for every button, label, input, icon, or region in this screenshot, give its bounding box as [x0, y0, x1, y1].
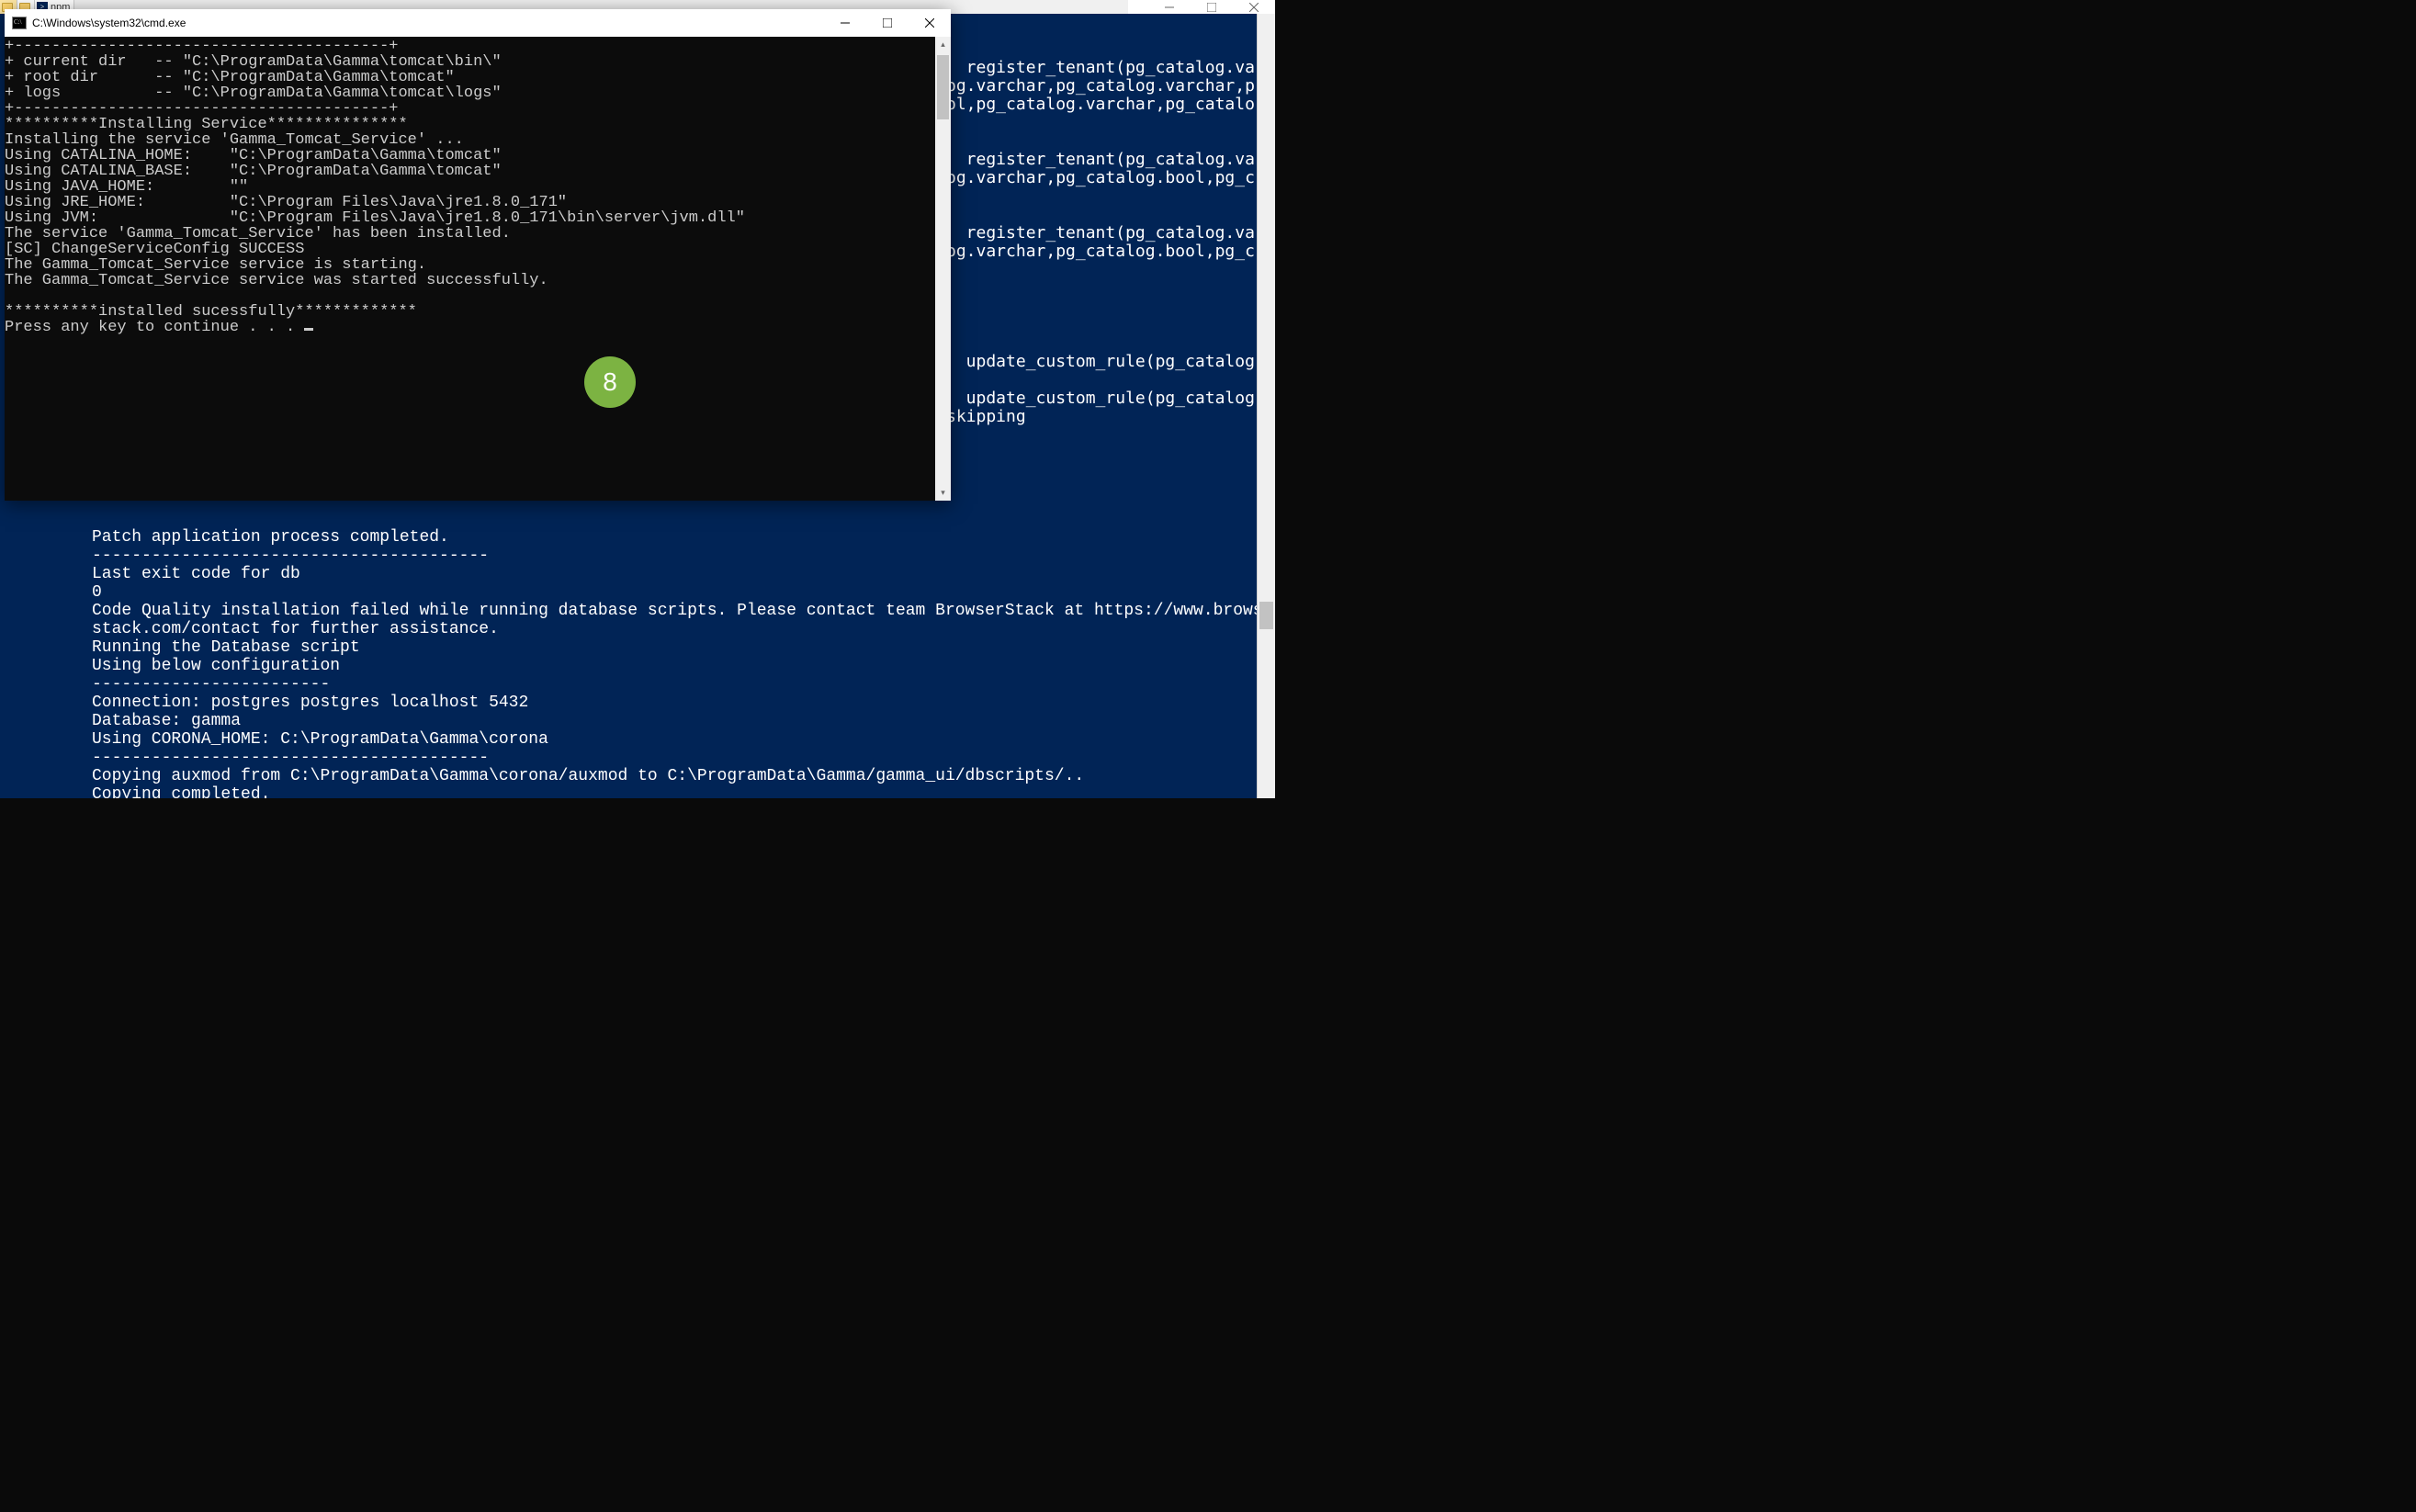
cmd-scroll-down-arrow[interactable]: ▾: [935, 485, 951, 501]
powershell-output-text: Patch application process completed. ---…: [92, 528, 1257, 798]
background-sql-text: register_tenant(pg_catalog.var og.varcha…: [946, 40, 1257, 426]
cmd-scrollbar[interactable]: ▴ ▾: [935, 37, 951, 501]
step-badge-8: 8: [584, 356, 636, 408]
bg-minimize-button[interactable]: [1148, 0, 1191, 14]
close-icon: [925, 18, 934, 28]
bg-maximize-button[interactable]: [1191, 0, 1233, 14]
cmd-window-title: C:\Windows\system32\cmd.exe: [32, 17, 824, 29]
cmd-window: C:\Windows\system32\cmd.exe +-----------…: [5, 9, 951, 501]
cmd-titlebar[interactable]: C:\Windows\system32\cmd.exe: [5, 9, 951, 37]
cmd-scroll-thumb[interactable]: [937, 55, 949, 119]
screenshot-frame: npm Patch application process completed.…: [0, 0, 1275, 798]
maximize-icon: [883, 18, 892, 28]
cmd-output-area[interactable]: +---------------------------------------…: [5, 37, 935, 501]
close-icon: [1249, 3, 1259, 12]
minimize-icon: [841, 18, 850, 28]
cmd-minimize-button[interactable]: [824, 9, 866, 37]
background-window-controls: [1128, 0, 1275, 14]
cmd-close-button[interactable]: [909, 9, 951, 37]
maximize-icon: [1207, 3, 1216, 12]
bg-close-button[interactable]: [1233, 0, 1275, 14]
cmd-icon: [12, 17, 27, 29]
powershell-scroll-thumb[interactable]: [1259, 602, 1273, 629]
cmd-cursor: [304, 328, 313, 331]
cmd-maximize-button[interactable]: [866, 9, 909, 37]
cmd-output-text: +---------------------------------------…: [5, 38, 745, 336]
cmd-scroll-up-arrow[interactable]: ▴: [935, 37, 951, 52]
powershell-scrollbar[interactable]: [1257, 14, 1275, 798]
minimize-icon: [1165, 3, 1174, 12]
